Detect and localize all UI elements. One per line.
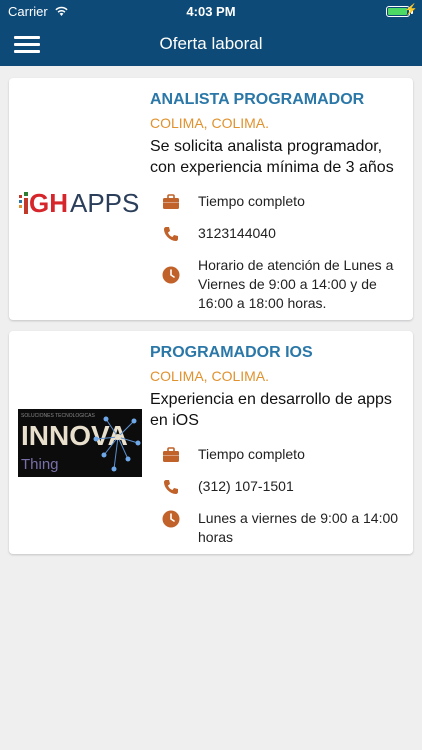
job-description: Experiencia en desarrollo de apps en iOS bbox=[150, 391, 392, 429]
phone-number[interactable]: (312) 107-1501 bbox=[198, 478, 294, 494]
phone-row[interactable]: 3123144040 bbox=[150, 224, 403, 244]
job-title[interactable]: ANALISTA PROGRAMADOR bbox=[150, 90, 403, 110]
company-logo-ghapps: GH APPS bbox=[18, 182, 142, 221]
hours-row: Lunes a viernes de 9:00 a 14:00 horas bbox=[150, 509, 403, 547]
logo-letters: GH bbox=[29, 188, 68, 216]
job-card[interactable]: GH APPS ANALISTA PROGRAMADOR COLIMA, COL… bbox=[9, 78, 413, 320]
navigation-bar: Oferta laboral bbox=[0, 22, 422, 66]
phone-icon bbox=[162, 225, 180, 243]
job-location: COLIMA, COLIMA. bbox=[150, 115, 270, 131]
page-title: Oferta laboral bbox=[159, 34, 263, 53]
company-logo-innova: SOLUCIONES TECNOLOGICAS INNOVA Thing bbox=[18, 409, 142, 482]
office-hours: Horario de atención de Lunes a Viernes d… bbox=[198, 257, 394, 311]
clock-icon bbox=[162, 266, 180, 284]
job-details: PROGRAMADOR IOS COLIMA, COLIMA. Experien… bbox=[150, 343, 403, 547]
logo-wordmark: INNOVA bbox=[21, 420, 128, 451]
logo-subtext: Thing bbox=[21, 456, 59, 473]
job-description: Se solicita analista programador, con ex… bbox=[150, 138, 394, 176]
schedule-type-row: Tiempo completo bbox=[150, 192, 403, 212]
logo-tagline: SOLUCIONES TECNOLOGICAS bbox=[21, 413, 95, 419]
office-hours: Lunes a viernes de 9:00 a 14:00 horas bbox=[198, 510, 399, 545]
schedule-type: Tiempo completo bbox=[198, 446, 305, 462]
schedule-type-row: Tiempo completo bbox=[150, 445, 403, 465]
phone-number[interactable]: 3123144040 bbox=[198, 225, 276, 241]
logo-wordmark: APPS bbox=[70, 188, 139, 216]
clock-icon bbox=[162, 510, 180, 528]
charging-icon: ⚡ bbox=[404, 4, 418, 16]
job-card[interactable]: SOLUCIONES TECNOLOGICAS INNOVA Thing PRO… bbox=[9, 331, 413, 554]
status-time: 4:03 PM bbox=[186, 4, 236, 19]
briefcase-icon bbox=[162, 446, 180, 464]
job-location: COLIMA, COLIMA. bbox=[150, 368, 270, 384]
schedule-type: Tiempo completo bbox=[198, 193, 305, 209]
phone-row[interactable]: (312) 107-1501 bbox=[150, 477, 403, 497]
job-title[interactable]: PROGRAMADOR IOS bbox=[150, 343, 403, 363]
status-bar: Carrier 4:03 PM ⚡ bbox=[0, 0, 422, 22]
phone-icon bbox=[162, 478, 180, 496]
hours-row: Horario de atención de Lunes a Viernes d… bbox=[150, 256, 403, 313]
briefcase-icon bbox=[162, 193, 180, 211]
job-details: ANALISTA PROGRAMADOR COLIMA, COLIMA. Se … bbox=[150, 90, 403, 313]
